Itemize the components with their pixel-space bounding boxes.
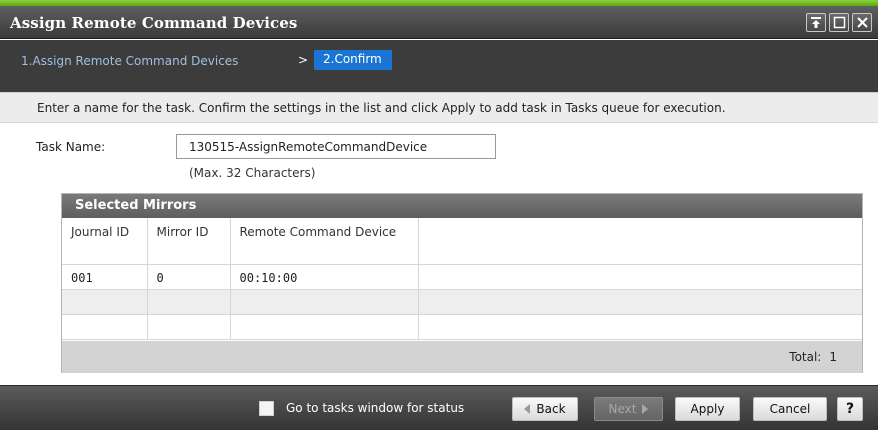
chevron-left-icon [524,404,531,414]
breadcrumb-separator: > [298,53,309,67]
task-name-hint: (Max. 32 Characters) [189,166,316,180]
selected-mirrors-title: Selected Mirrors [75,198,197,213]
cell-remote-command-device [230,314,419,340]
table-row [62,314,862,340]
table-total-bar: Total: 1 [62,341,862,373]
help-button[interactable]: ? [837,397,863,421]
goto-tasks-label[interactable]: Go to tasks window for status [286,401,464,415]
column-header-filler [418,218,862,265]
pin-icon[interactable] [806,13,826,32]
goto-tasks-checkbox[interactable] [259,401,274,416]
window-controls [806,13,872,32]
cell-journal-id [62,289,148,315]
cell-mirror-id [147,314,231,340]
breadcrumb-step-assign[interactable]: 1.Assign Remote Command Devices [21,54,238,68]
cell-remote-command-device [230,289,419,315]
table-row [62,289,862,315]
window-title: Assign Remote Command Devices [10,14,298,32]
cell-journal-id [62,314,148,340]
total-value: 1 [829,350,837,364]
total-count: Total: 1 [789,350,837,364]
selected-mirrors-panel: Selected Mirrors Journal ID Mirror ID Re… [61,193,863,373]
back-button[interactable]: Back [512,397,578,421]
cell-filler [418,264,862,290]
breadcrumb-step-confirm: 2.Confirm [314,50,392,70]
close-icon[interactable] [852,13,872,32]
cell-journal-id: 001 [62,264,148,290]
table-header-row: Journal ID Mirror ID Remote Command Devi… [62,218,862,265]
cell-remote-command-device: 00:10:00 [230,264,419,290]
column-header-remote-command-device[interactable]: Remote Command Device [230,218,419,265]
total-label: Total: [789,350,822,364]
dialog-footer: Go to tasks window for status Back Next … [0,385,878,430]
back-label: Back [536,402,566,416]
instructions-bar: Enter a name for the task. Confirm the s… [0,92,878,123]
next-button[interactable]: Next [594,397,663,421]
cell-filler [418,314,862,340]
apply-button[interactable]: Apply [675,397,740,421]
column-header-journal-id[interactable]: Journal ID [62,218,148,265]
selected-mirrors-header: Selected Mirrors [62,194,862,218]
chevron-right-icon [642,404,649,414]
assign-remote-command-devices-dialog: Assign Remote Command Devices 1.Assign R… [0,0,878,430]
wizard-breadcrumb: 1.Assign Remote Command Devices > 2.Conf… [0,40,878,92]
cell-mirror-id [147,289,231,315]
column-header-mirror-id[interactable]: Mirror ID [147,218,231,265]
next-label: Next [608,402,637,416]
maximize-icon[interactable] [829,13,849,32]
cell-mirror-id: 0 [147,264,231,290]
selected-mirrors-table: Journal ID Mirror ID Remote Command Devi… [62,218,862,340]
cancel-button[interactable]: Cancel [753,397,827,421]
table-row[interactable]: 001 0 00:10:00 [62,264,862,290]
cell-filler [418,289,862,315]
task-name-input[interactable] [176,134,496,159]
instructions-text: Enter a name for the task. Confirm the s… [37,101,726,115]
title-bar: Assign Remote Command Devices [0,6,878,39]
task-name-label: Task Name: [36,140,106,154]
